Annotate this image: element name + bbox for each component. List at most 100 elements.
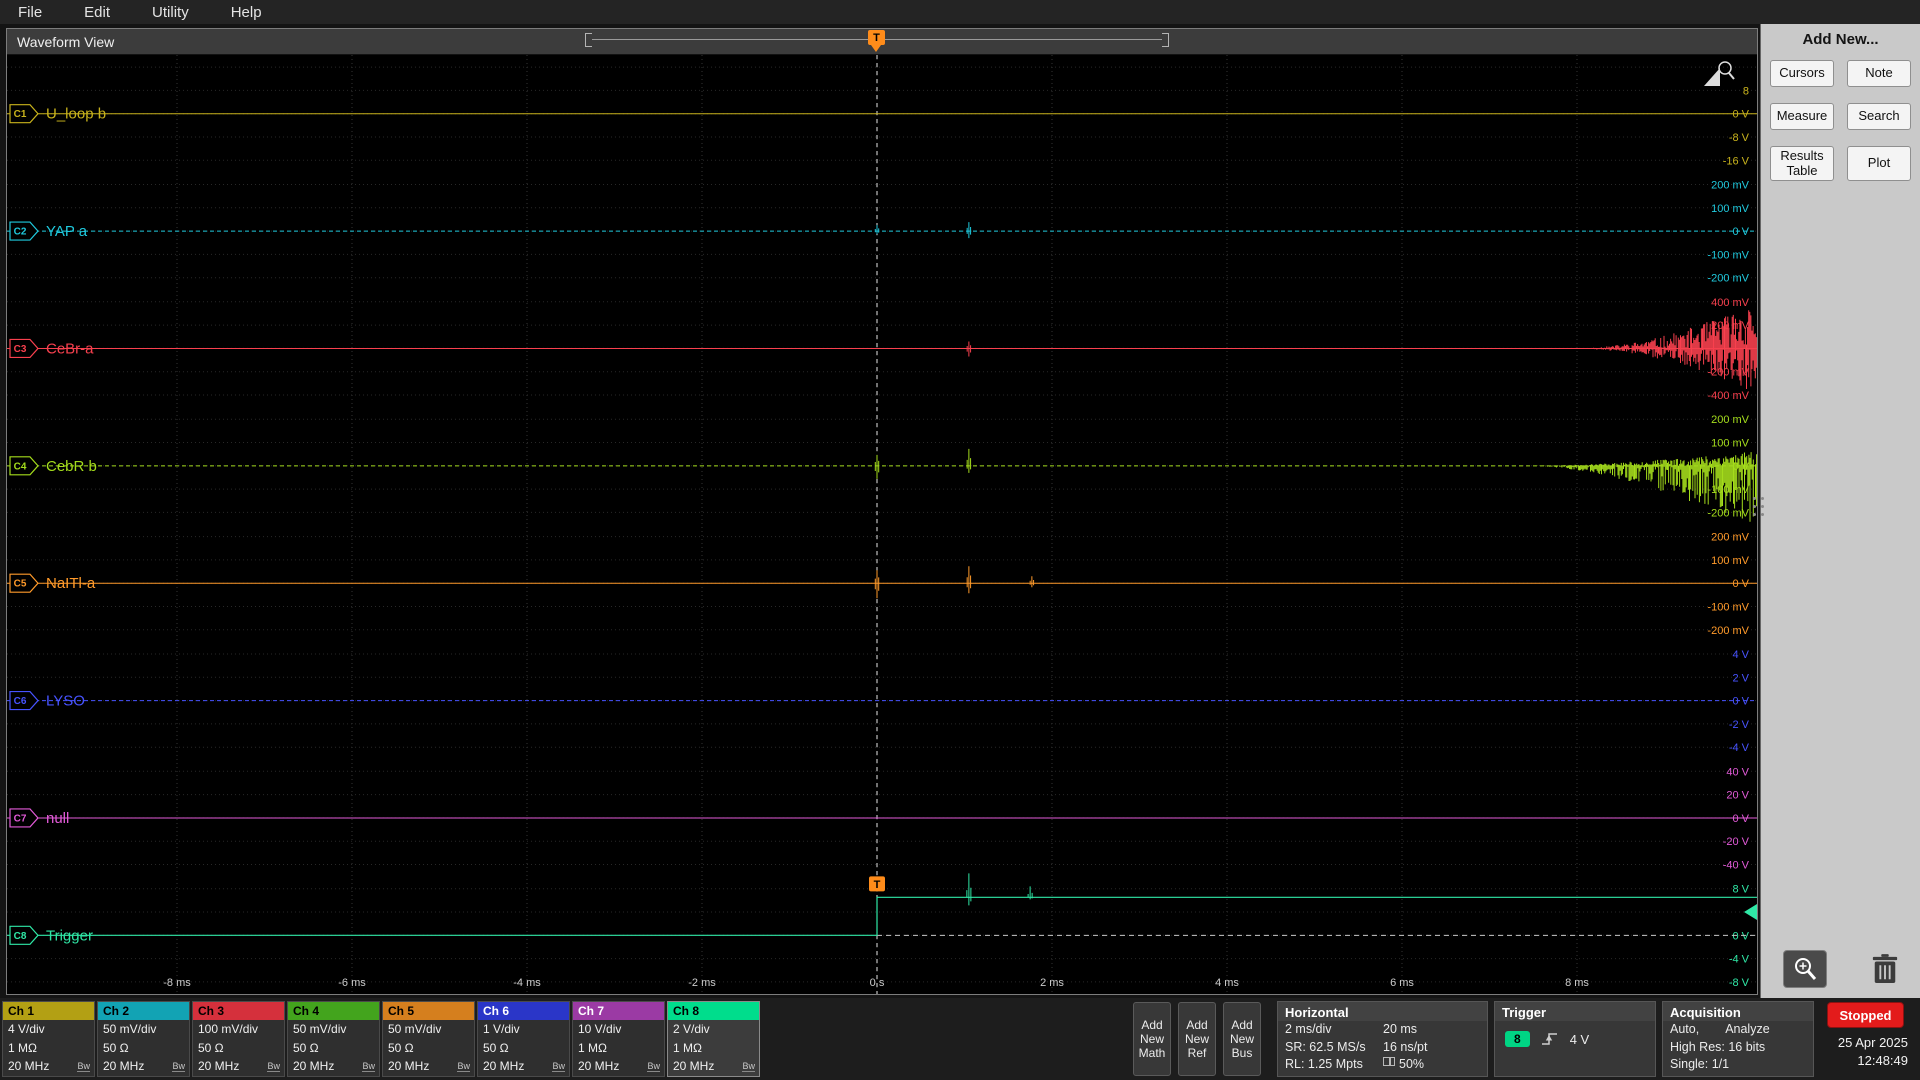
scale-label: 0 V: [1732, 813, 1749, 825]
channel-name-c1[interactable]: U_loop b: [46, 106, 106, 123]
channel-badge-3[interactable]: Ch 3100 mV/div50 Ω20 MHzBw: [192, 1001, 285, 1077]
add-new-title: Add New...: [1761, 24, 1920, 48]
bandwidth-limit-icon: Bw: [77, 1061, 90, 1072]
bandwidth-limit-icon: Bw: [742, 1061, 755, 1072]
menu-item-help[interactable]: Help: [231, 4, 262, 21]
channel-vdiv: 10 V/div: [573, 1020, 664, 1039]
scale-label: 8: [1743, 85, 1749, 97]
scale-label: 200 mV: [1711, 414, 1750, 426]
overview-left-bracket[interactable]: [585, 33, 592, 47]
channel-bandwidth: 20 MHzBw: [193, 1057, 284, 1076]
acquisition-single: Single: 1/1: [1670, 1056, 1729, 1074]
magnifier-icon[interactable]: [1719, 62, 1731, 74]
channel-tag-label: C2: [14, 227, 27, 238]
scale-label: 200 mV: [1711, 532, 1750, 544]
time-label: 8 ms: [1565, 977, 1589, 989]
channel-badge-7[interactable]: Ch 710 V/div1 MΩ20 MHzBw: [572, 1001, 665, 1077]
scale-label: 0 V: [1732, 696, 1749, 708]
add-new-bus-button[interactable]: AddNewBus: [1223, 1002, 1261, 1076]
bottom-bar: Ch 14 V/div1 MΩ20 MHzBwCh 250 mV/div50 Ω…: [0, 998, 1920, 1080]
trace-c8[interactable]: [7, 897, 1757, 935]
results-table-button[interactable]: Results Table: [1770, 146, 1834, 181]
channel-impedance: 1 MΩ: [3, 1039, 94, 1058]
overview-right-bracket[interactable]: [1162, 33, 1169, 47]
acquisition-resolution: High Res: 16 bits: [1670, 1039, 1765, 1057]
plot-button[interactable]: Plot: [1847, 146, 1911, 181]
channel-tag-label: C7: [14, 813, 27, 824]
add-new-ref-button[interactable]: AddNewRef: [1178, 1002, 1216, 1076]
scale-label: 0 V: [1732, 109, 1749, 121]
horizontal-title: Horizontal: [1278, 1002, 1487, 1021]
channel-badge-6[interactable]: Ch 61 V/div50 Ω20 MHzBw: [477, 1001, 570, 1077]
scale-label: -16 V: [1723, 155, 1750, 167]
scale-label: 100 mV: [1711, 203, 1750, 215]
channel-name-c6[interactable]: LYSO: [46, 693, 85, 710]
add-new-math-button[interactable]: AddNewMath: [1133, 1002, 1171, 1076]
channel-badge-5[interactable]: Ch 550 mV/div50 Ω20 MHzBw: [382, 1001, 475, 1077]
channel-name-c5[interactable]: NaITl-a: [46, 575, 96, 592]
scale-label: 100 mV: [1711, 555, 1750, 567]
channel-name-c4[interactable]: CebR b: [46, 458, 97, 475]
acquisition-overview-bar[interactable]: T: [585, 33, 1169, 47]
time-label: 2 ms: [1040, 977, 1064, 989]
channel-badge-header: Ch 3: [193, 1002, 284, 1020]
channel-name-c2[interactable]: YAP a: [46, 223, 88, 240]
channel-name-c7[interactable]: null: [46, 810, 69, 827]
scale-label: -200 mV: [1707, 273, 1749, 285]
acquisition-panel[interactable]: Acquisition Auto, Analyze High Res: 16 b…: [1662, 1001, 1814, 1077]
trace-events: [875, 222, 970, 238]
channel-badge-8[interactable]: Ch 82 V/div1 MΩ20 MHzBw: [667, 1001, 760, 1077]
channel-badge-header: Ch 8: [668, 1002, 759, 1020]
panel-splitter-handle[interactable]: [1753, 492, 1765, 522]
trigger-level-arrow[interactable]: [1744, 904, 1757, 920]
search-button[interactable]: Search: [1847, 103, 1911, 130]
channel-impedance: 50 Ω: [98, 1039, 189, 1058]
right-panel: Add New... Cursors Note Measure Search Resul…: [1760, 24, 1920, 998]
menu-item-file[interactable]: File: [18, 4, 42, 21]
channel-vdiv: 4 V/div: [3, 1020, 94, 1039]
channel-bandwidth: 20 MHzBw: [478, 1057, 569, 1076]
trigger-source-badge: 8: [1505, 1031, 1530, 1047]
channel-impedance: 50 Ω: [288, 1039, 379, 1058]
channel-tag-label: C5: [14, 579, 27, 590]
channel-bandwidth: 20 MHzBw: [668, 1057, 759, 1076]
trash-button[interactable]: [1868, 950, 1902, 988]
channel-badge-4[interactable]: Ch 450 mV/div50 Ω20 MHzBw: [287, 1001, 380, 1077]
scale-label: -8 V: [1729, 977, 1750, 989]
trigger-flag[interactable]: T: [868, 30, 885, 45]
measure-button[interactable]: Measure: [1770, 103, 1834, 130]
channel-badge-2[interactable]: Ch 250 mV/div50 Ω20 MHzBw: [97, 1001, 190, 1077]
channel-name-c8[interactable]: Trigger: [46, 927, 93, 944]
bandwidth-limit-icon: Bw: [267, 1061, 280, 1072]
horizontal-scale: 2 ms/div: [1285, 1021, 1383, 1039]
time-label: 6 ms: [1390, 977, 1414, 989]
scale-label: 2 V: [1732, 672, 1749, 684]
menu-item-edit[interactable]: Edit: [84, 4, 110, 21]
time-label: 12:48:49: [1818, 1052, 1908, 1070]
cursors-button[interactable]: Cursors: [1770, 60, 1834, 87]
channel-name-c3[interactable]: CeBr-a: [46, 340, 94, 357]
channel-impedance: 1 MΩ: [668, 1039, 759, 1058]
scale-label: 4 V: [1732, 649, 1749, 661]
scale-label: 20 V: [1726, 790, 1749, 802]
menu-item-utility[interactable]: Utility: [152, 4, 189, 21]
acquisition-title: Acquisition: [1663, 1002, 1813, 1021]
zoom-mode-button[interactable]: [1783, 950, 1827, 988]
scale-label: 0 V: [1732, 226, 1749, 238]
sample-interval: 16 ns/pt: [1383, 1039, 1427, 1057]
trigger-panel[interactable]: Trigger 8 4 V: [1494, 1001, 1656, 1077]
acquisition-analyze: Analyze: [1725, 1021, 1769, 1039]
note-button[interactable]: Note: [1847, 60, 1911, 87]
run-stop-status-button[interactable]: Stopped: [1827, 1002, 1904, 1028]
channel-badge-1[interactable]: Ch 14 V/div1 MΩ20 MHzBw: [2, 1001, 95, 1077]
scale-label: -200 mV: [1707, 625, 1749, 637]
horizontal-panel[interactable]: Horizontal 2 ms/div20 ms SR: 62.5 MS/s16…: [1277, 1001, 1488, 1077]
trace-events: [875, 449, 970, 479]
channel-bandwidth: 20 MHzBw: [3, 1057, 94, 1076]
bandwidth-limit-icon: Bw: [172, 1061, 185, 1072]
menu-bar: File Edit Utility Help: [0, 0, 1920, 24]
channel-badge-header: Ch 7: [573, 1002, 664, 1020]
waveform-plot[interactable]: 80 V-8 V-16 V200 mV100 mV0 V-100 mV-200 …: [7, 55, 1757, 994]
zoom-corner-icon[interactable]: [1704, 68, 1720, 86]
sample-rate: SR: 62.5 MS/s: [1285, 1039, 1383, 1057]
